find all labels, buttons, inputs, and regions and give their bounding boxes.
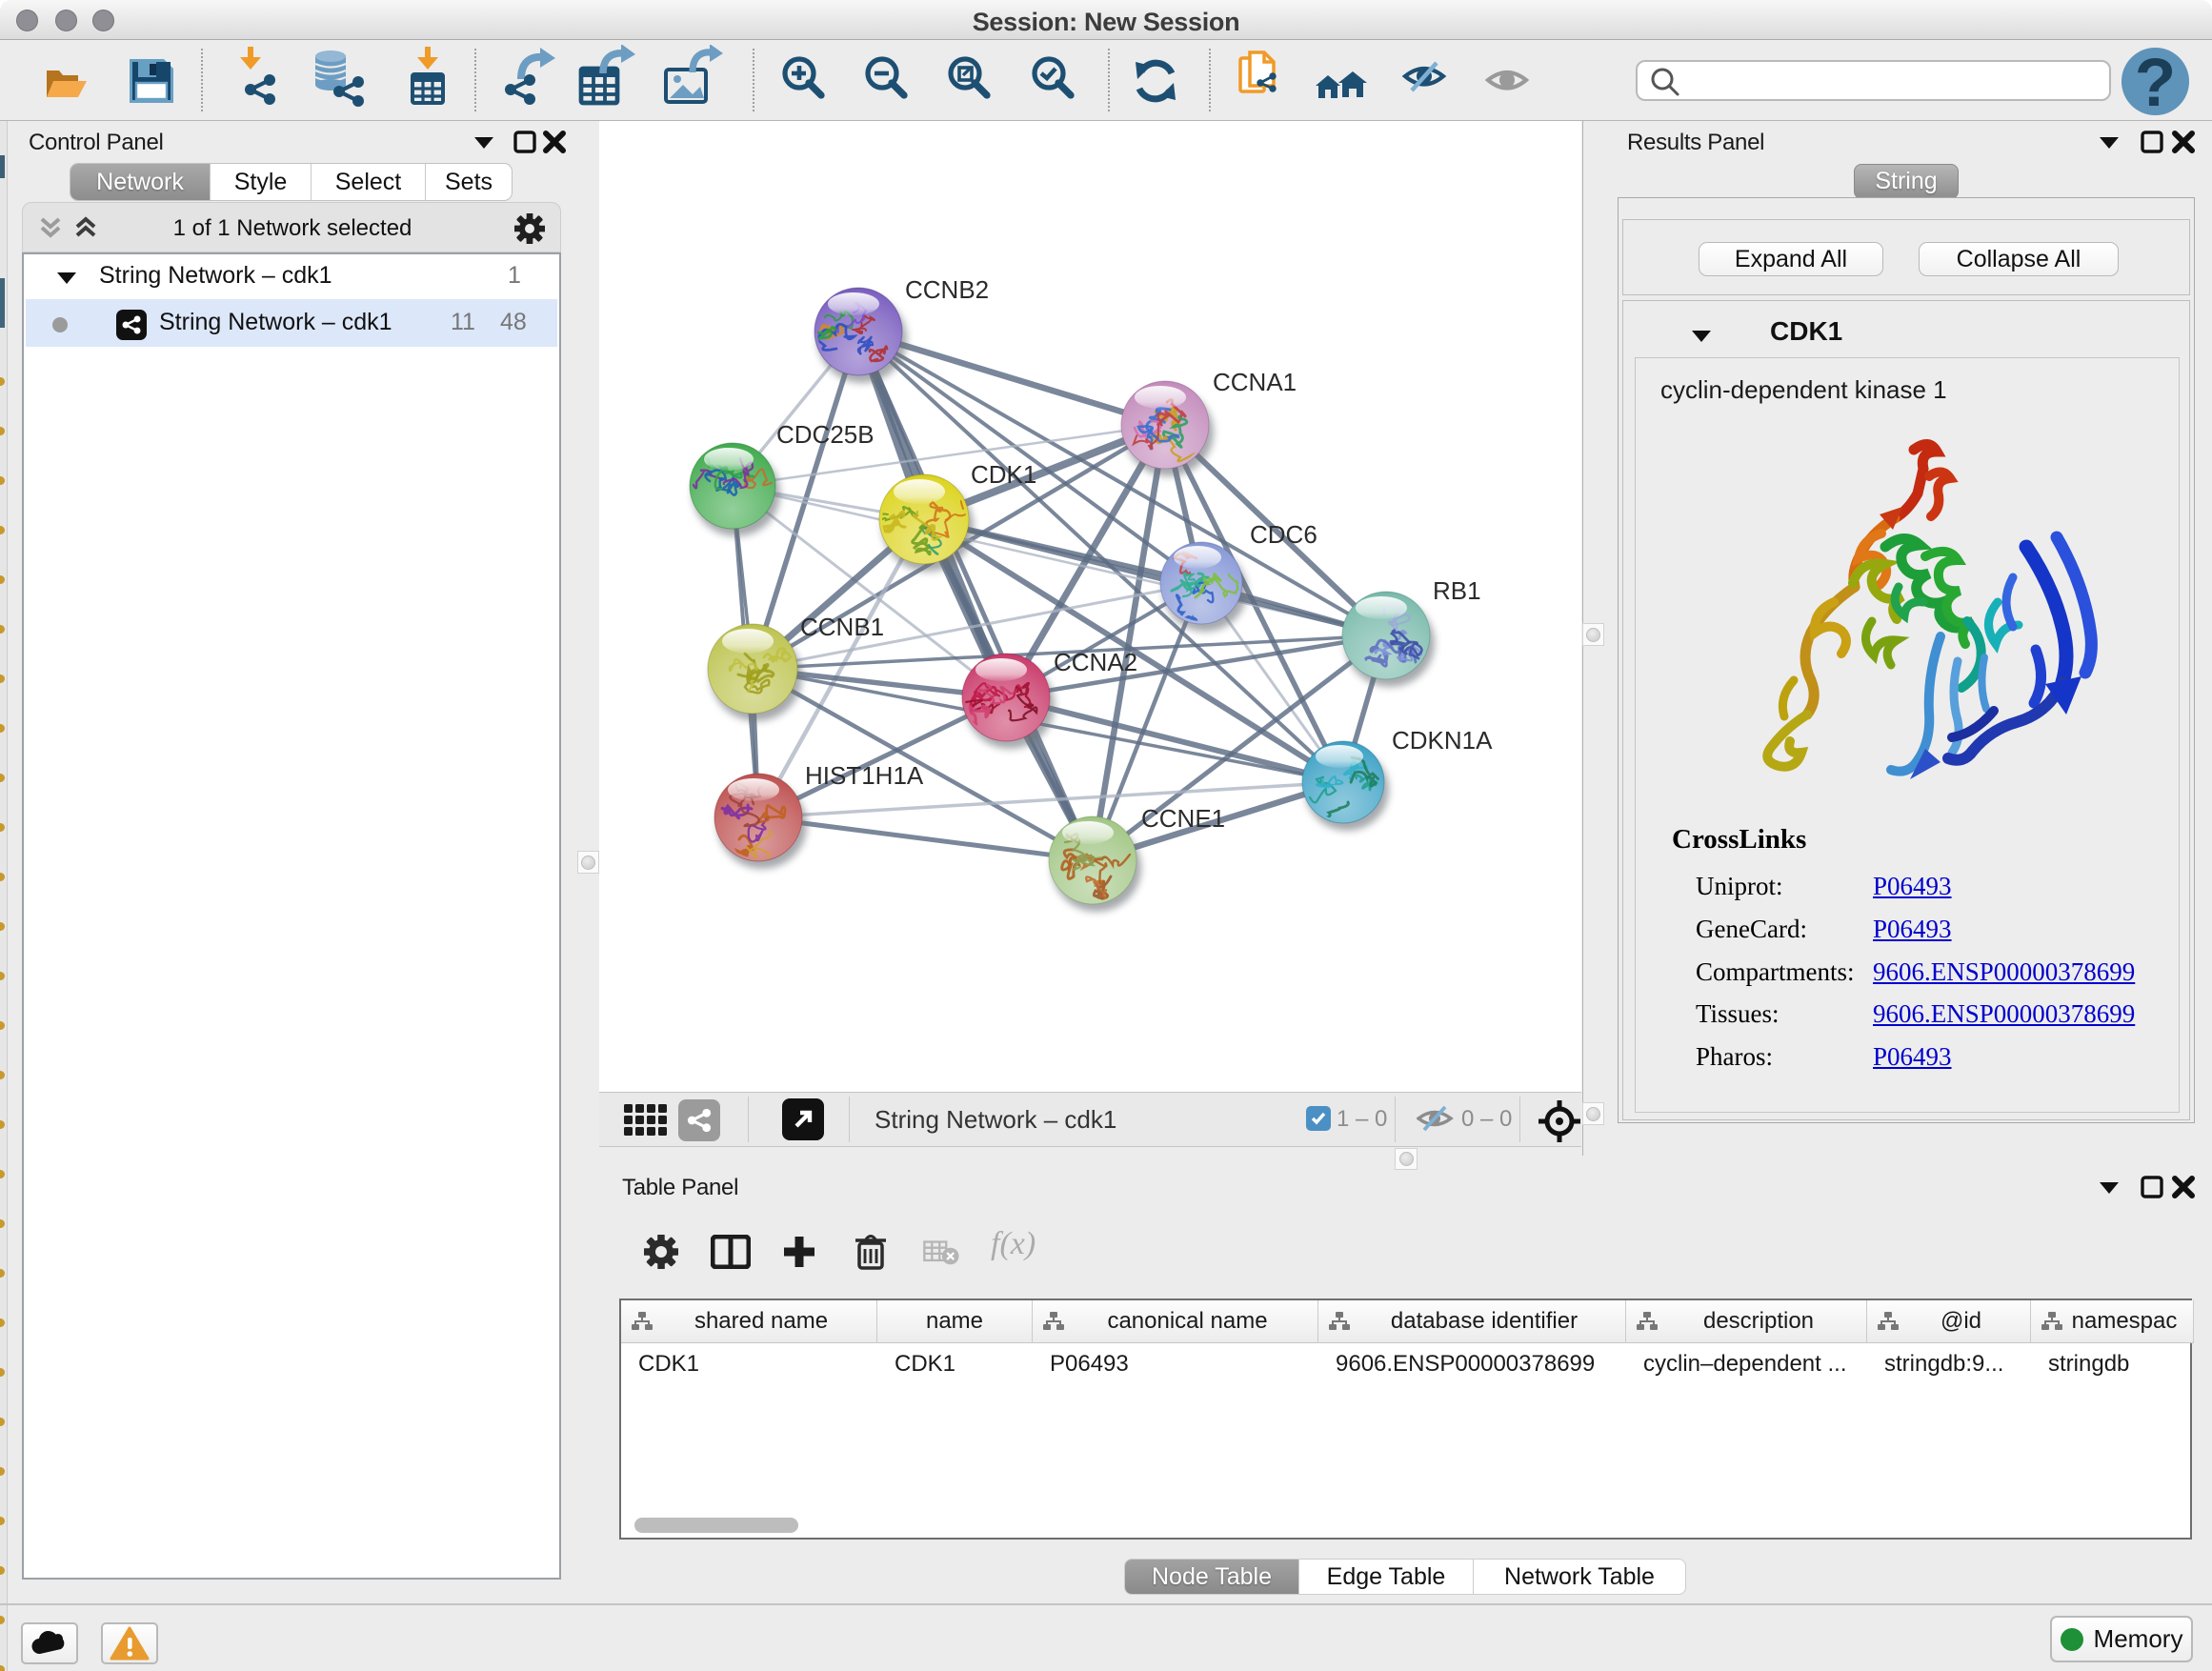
svg-text:CCNA2: CCNA2 [1054,648,1137,676]
svg-text:CCNE1: CCNE1 [1141,804,1225,833]
svg-text:CDC6: CDC6 [1250,520,1317,549]
svg-text:?: ? [2135,46,2176,117]
svg-text:CDKN1A: CDKN1A [1392,726,1493,755]
svg-text:CCNB1: CCNB1 [800,613,884,641]
svg-text:RB1: RB1 [1433,576,1481,605]
svg-text:CCNB2: CCNB2 [905,275,989,304]
svg-text:HIST1H1A: HIST1H1A [805,761,924,790]
svg-text:CDC25B: CDC25B [776,420,875,449]
svg-text:CDK1: CDK1 [971,460,1036,489]
svg-text:CCNA1: CCNA1 [1213,368,1297,396]
